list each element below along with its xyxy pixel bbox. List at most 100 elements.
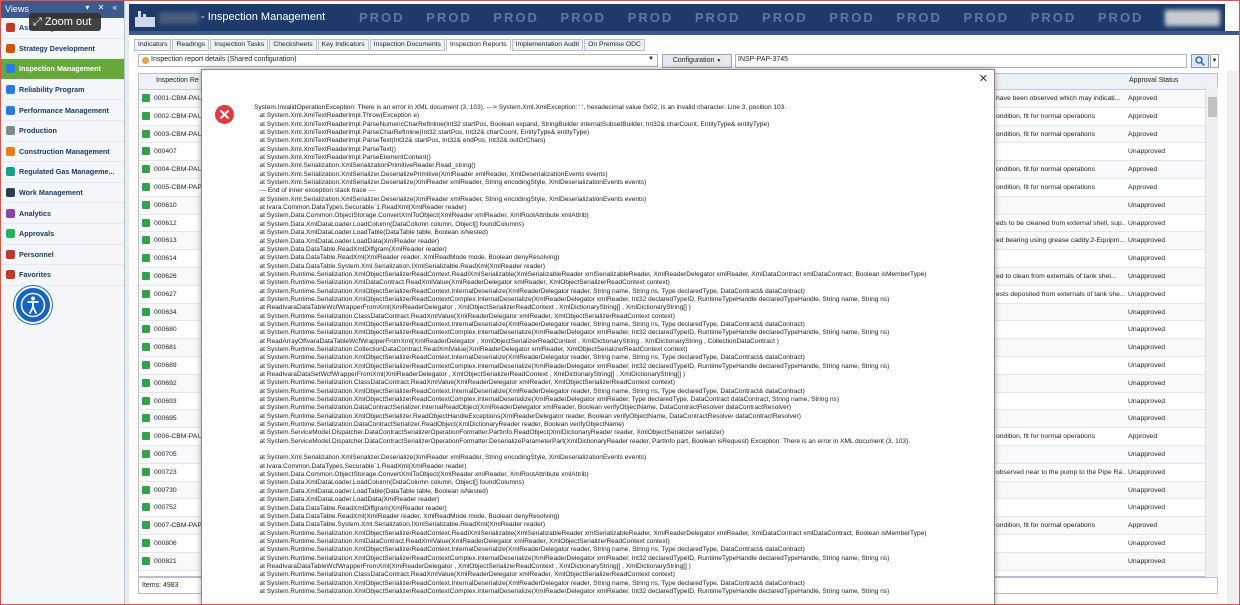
sidebar-item[interactable]: Strategy Development: [1, 39, 124, 60]
status-indicator-icon: [142, 467, 150, 476]
row-approval-status: Unapproved: [1128, 326, 1166, 334]
status-indicator-icon: [142, 307, 150, 316]
zoom-out-icon: ⤢: [33, 15, 42, 28]
sidebar-item[interactable]: Personnel: [1, 245, 124, 266]
search-options-dropdown[interactable]: ▼: [1210, 54, 1219, 68]
row-id: 0002-CBM-PAU: [154, 112, 203, 120]
tab[interactable]: Key Indicators: [317, 39, 369, 51]
row-approval-status: Unapproved: [1128, 255, 1166, 263]
row-id: 000614: [154, 255, 177, 263]
report-selector-value: Inspection report details (Shared config…: [151, 56, 297, 63]
report-icon: [142, 57, 149, 64]
row-description: ondition, fit for normal operations: [996, 433, 1095, 441]
row-id: 000612: [154, 219, 177, 227]
sidebar-item[interactable]: Performance Management: [1, 100, 124, 121]
row-description: ests deposited from externals of tank sh…: [996, 290, 1126, 298]
row-approval-status: Approved: [1128, 522, 1158, 530]
sidebar-item-label: Reliability Program: [19, 85, 85, 95]
sidebar-item[interactable]: Production: [1, 121, 124, 142]
sidebar-nav: Asset RegisterStrategy DevelopmentInspec…: [1, 18, 124, 286]
column-header-approval-status[interactable]: Approval Status: [1129, 77, 1178, 84]
sidebar-item-label: Approvals: [19, 229, 55, 239]
search-button[interactable]: [1191, 54, 1209, 68]
sidebar-item-label: Strategy Development: [19, 43, 95, 53]
nav-item-icon: [6, 105, 15, 115]
row-approval-status: Unapproved: [1128, 290, 1166, 298]
tab[interactable]: Inspection Documents: [369, 39, 445, 51]
row-approval-status: Unapproved: [1128, 557, 1166, 565]
tab[interactable]: On Premise ODC: [584, 39, 645, 51]
tab[interactable]: Checksheets: [269, 39, 317, 51]
nav-item-icon: [6, 126, 15, 136]
sidebar-item[interactable]: Analytics: [1, 203, 124, 224]
prod-watermark: PROD PROD PROD PROD PROD PROD PROD PROD …: [359, 10, 1225, 25]
status-indicator-icon: [142, 521, 150, 530]
configuration-button[interactable]: Configuration ▼: [662, 54, 732, 68]
zoom-out-label: Zoom out: [44, 16, 92, 28]
sidebar-item[interactable]: Construction Management: [1, 142, 124, 163]
tab[interactable]: Inspection Reports: [445, 39, 511, 51]
row-id: 0007-CBM-PAP: [154, 522, 202, 530]
row-id: 000407: [154, 148, 177, 156]
row-description: ed bearing using grease caddy.2-Equipm..…: [996, 237, 1126, 245]
row-id: 0001-CBM-PAU: [154, 95, 203, 102]
row-id: 000695: [154, 415, 177, 423]
sidebar-item-label: Production: [19, 126, 57, 136]
restore-window-icon[interactable]: ▢: [1231, 16, 1239, 25]
scrollbar-thumb[interactable]: [1208, 97, 1217, 117]
row-approval-status: Unapproved: [1128, 468, 1166, 476]
sidebar-item-label: Personnel: [19, 249, 54, 259]
sidebar-item-label: Work Management: [19, 188, 83, 198]
status-indicator-icon: [142, 503, 150, 512]
row-approval-status: Unapproved: [1128, 361, 1166, 369]
status-indicator-icon: [142, 271, 150, 280]
chevron-down-icon: ▼: [716, 58, 722, 64]
row-id: 0003-CBM-PAU: [154, 130, 203, 138]
accessibility-icon[interactable]: [14, 286, 52, 324]
status-indicator-icon: [142, 432, 150, 441]
tab[interactable]: Implementation Audit: [511, 39, 584, 51]
tab[interactable]: Inspection Tasks: [210, 39, 269, 51]
sidebar-item[interactable]: Favorites: [1, 265, 124, 286]
close-window-icon[interactable]: ✕: [1231, 5, 1239, 14]
row-description: have been observed which may indicati...: [996, 95, 1121, 102]
sidebar-item[interactable]: Reliability Program: [1, 80, 124, 101]
report-selector-dropdown[interactable]: Inspection report details (Shared config…: [138, 54, 658, 67]
row-approval-status: Unapproved: [1128, 308, 1166, 316]
row-approval-status: Unapproved: [1128, 344, 1166, 352]
sidebar-title: Views: [5, 4, 29, 14]
sidebar-item[interactable]: Regulated Gas Manageme...: [1, 162, 124, 183]
row-id: 000610: [154, 201, 177, 209]
status-indicator-icon: [142, 254, 150, 263]
sidebar-item[interactable]: Work Management: [1, 183, 124, 204]
row-id: 000681: [154, 344, 177, 352]
page-title: - Inspection Management: [201, 11, 326, 23]
close-icon[interactable]: ✕: [979, 72, 988, 85]
sidebar-item[interactable]: Approvals: [1, 224, 124, 245]
window-controls[interactable]: ✕ ▢: [1231, 5, 1239, 25]
search-input[interactable]: INSP-PAP-3745: [735, 54, 1187, 68]
configuration-label: Configuration: [672, 57, 715, 64]
sidebar-splitter[interactable]: [125, 1, 129, 604]
sidebar-controls[interactable]: ▾ ✕ «: [85, 3, 120, 12]
grid-scrollbar[interactable]: [1205, 87, 1218, 577]
page-scrollbar[interactable]: [1227, 71, 1239, 604]
zoom-out-tooltip[interactable]: ⤢ Zoom out: [29, 13, 101, 31]
tab[interactable]: Indicators: [134, 39, 172, 51]
row-description: ondition, fit for normal operations: [996, 522, 1095, 530]
status-indicator-icon: [142, 396, 150, 405]
status-indicator-icon: [142, 556, 150, 565]
sidebar-item[interactable]: Inspection Management: [1, 59, 124, 80]
row-approval-status: Approved: [1128, 183, 1158, 191]
row-id: 0005-CBM-PAP: [154, 183, 202, 191]
row-approval-status: Unapproved: [1128, 237, 1166, 245]
row-id: 000692: [154, 379, 177, 387]
status-indicator-icon: [142, 485, 150, 494]
search-icon: [1195, 56, 1205, 66]
column-header-id[interactable]: Inspection Re: [156, 77, 199, 84]
redacted-user: [1165, 10, 1220, 26]
row-approval-status: Unapproved: [1128, 539, 1166, 547]
tab[interactable]: Readings: [172, 39, 210, 51]
nav-item-icon: [6, 43, 15, 53]
row-id: 000634: [154, 308, 177, 316]
